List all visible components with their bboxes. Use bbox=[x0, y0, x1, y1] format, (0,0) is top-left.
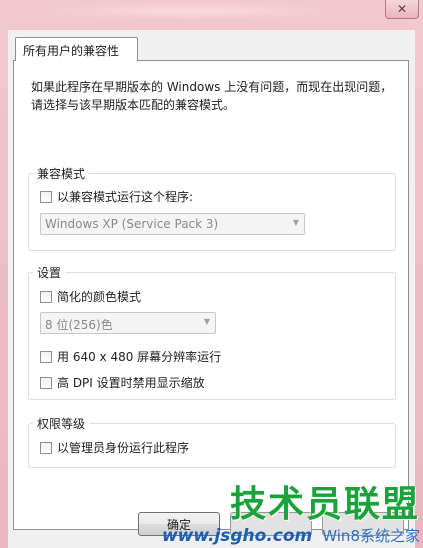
tab-all-users-compatibility[interactable]: 所有用户的兼容性 bbox=[15, 37, 138, 61]
tab-label: 所有用户的兼容性 bbox=[23, 44, 120, 58]
close-button[interactable]: ✕ bbox=[385, 0, 419, 19]
disable-dpi-scaling-checkbox[interactable]: 高 DPI 设置时禁用显示缩放 bbox=[40, 374, 205, 391]
privilege-level-title: 权限等级 bbox=[33, 415, 90, 432]
cancel-button[interactable] bbox=[230, 512, 312, 536]
run-as-admin-label: 以管理员身份运行此程序 bbox=[57, 441, 190, 455]
intro-text: 如果此程序在早期版本的 Windows 上没有问题，而现在出现问题，请选择与该早… bbox=[31, 80, 393, 112]
close-icon: ✕ bbox=[396, 2, 408, 16]
resolution-640-label: 用 640 x 480 屏幕分辨率运行 bbox=[57, 350, 222, 364]
ok-button-label: 确定 bbox=[166, 517, 191, 532]
settings-title: 设置 bbox=[33, 264, 66, 281]
privilege-level-group: 权限等级 以管理员身份运行此程序 bbox=[28, 415, 396, 468]
color-depth-value: 8 位(256)色 bbox=[45, 318, 113, 332]
run-as-admin-checkbox[interactable]: 以管理员身份运行此程序 bbox=[40, 439, 189, 456]
reduced-color-label: 简化的颜色模式 bbox=[57, 290, 142, 304]
os-version-value: Windows XP (Service Pack 3) bbox=[45, 217, 219, 231]
color-depth-select[interactable]: 8 位(256)色 ▼ bbox=[40, 312, 216, 334]
ok-button[interactable]: 确定 bbox=[138, 512, 220, 536]
checkbox-box[interactable] bbox=[40, 190, 52, 203]
resolution-640-checkbox[interactable]: 用 640 x 480 屏幕分辨率运行 bbox=[40, 348, 221, 365]
compat-mode-title: 兼容模式 bbox=[33, 165, 90, 182]
apply-button[interactable] bbox=[322, 512, 404, 536]
dropdown-arrow-icon: ▼ bbox=[203, 317, 210, 326]
checkbox-box[interactable] bbox=[40, 441, 52, 454]
reduced-color-checkbox[interactable]: 简化的颜色模式 bbox=[40, 288, 141, 305]
compat-mode-label: 以兼容模式运行这个程序: bbox=[57, 190, 194, 204]
tab-panel: 如果此程序在早期版本的 Windows 上没有问题，而现在出现问题，请选择与该早… bbox=[13, 60, 409, 530]
dropdown-arrow-icon: ▼ bbox=[292, 218, 299, 227]
titlebar-glow bbox=[40, 2, 340, 20]
window-titlebar: ✕ bbox=[0, 0, 423, 26]
checkbox-box[interactable] bbox=[40, 290, 52, 303]
disable-dpi-scaling-label: 高 DPI 设置时禁用显示缩放 bbox=[57, 376, 205, 390]
compat-mode-checkbox[interactable]: 以兼容模式运行这个程序: bbox=[40, 188, 193, 205]
checkbox-box[interactable] bbox=[40, 350, 52, 363]
os-version-select[interactable]: Windows XP (Service Pack 3) ▼ bbox=[40, 213, 305, 235]
compat-mode-group: 兼容模式 以兼容模式运行这个程序: Windows XP (Service Pa… bbox=[28, 165, 396, 251]
dialog-client-area: 所有用户的兼容性 如果此程序在早期版本的 Windows 上没有问题，而现在出现… bbox=[8, 30, 415, 548]
checkbox-box[interactable] bbox=[40, 376, 52, 389]
settings-group: 设置 简化的颜色模式 8 位(256)色 ▼ 用 640 x 480 屏幕分辨率… bbox=[28, 264, 396, 400]
